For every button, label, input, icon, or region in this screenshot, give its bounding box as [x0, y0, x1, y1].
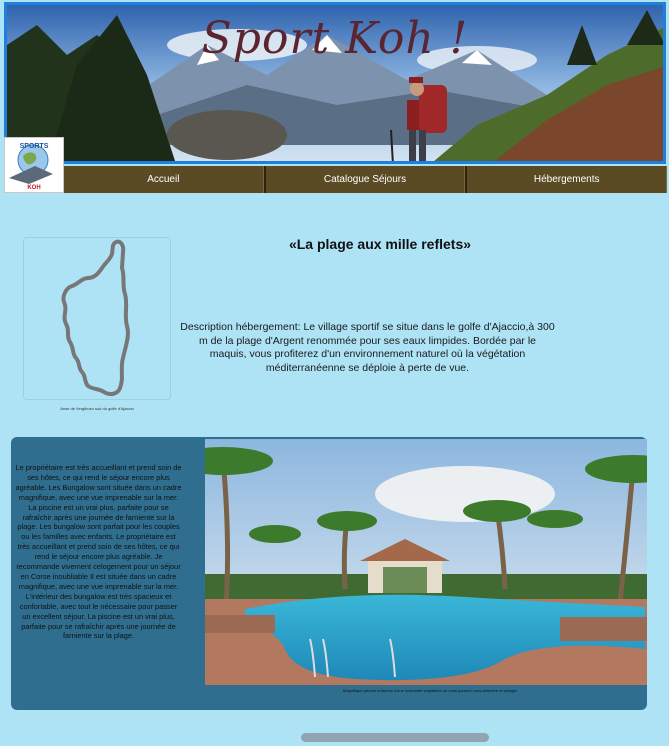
sports-koh-logo[interactable]: SPORTS KOH — [4, 137, 64, 193]
nav-item-accueil[interactable]: Accueil — [64, 166, 264, 193]
accommodation-description: Description hébergement: Le village spor… — [180, 321, 555, 374]
pool-landscape-image — [205, 439, 647, 685]
horizontal-scrollbar[interactable] — [301, 733, 489, 742]
logo-text-koh: KOH — [27, 185, 40, 191]
corsica-outline-icon — [61, 239, 130, 397]
logo-text-sports: SPORTS — [20, 143, 49, 150]
accommodation-title: «La plage aux mille reflets» — [288, 236, 472, 252]
map-caption: Anse de Vergiboso sud du golfe d'Ajaccio — [60, 406, 134, 411]
nav-item-hebergements[interactable]: Hébergements — [465, 166, 668, 193]
site-title: Sport Koh ! — [201, 13, 469, 64]
pool-caption: Magnifique piscine entourée d'une luxuri… — [343, 688, 517, 693]
pool-photo — [205, 439, 647, 685]
logo-globe-icon: SPORTS KOH — [9, 143, 53, 191]
nav-item-catalogue-sejours[interactable]: Catalogue Séjours — [263, 166, 466, 193]
main-navigation: Accueil Catalogue Séjours Hébergements — [64, 166, 668, 193]
review-text: Le propriétaire est très accueillant et … — [15, 463, 182, 641]
hero-banner: Sport Koh ! — [4, 2, 666, 164]
corsica-map — [23, 237, 171, 400]
